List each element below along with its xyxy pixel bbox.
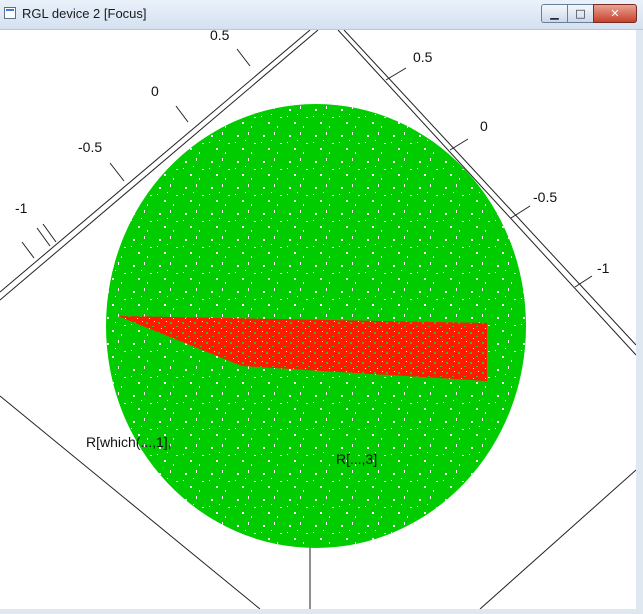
x-axis-label: R[which(...,1],	[86, 434, 172, 450]
axis-right-tick-label: -0.5	[533, 189, 557, 205]
window-controls: ▁ □ ✕	[541, 4, 637, 24]
minimize-button[interactable]: ▁	[541, 4, 567, 23]
app-window-icon[interactable]	[4, 7, 16, 19]
rgl-3d-canvas[interactable]: 0.5 0 -0.5 -1 0.5 0 -0.5 -1 R[which(...,…	[0, 30, 636, 609]
axis-left-tick-label: -0.5	[78, 139, 102, 155]
close-button[interactable]: ✕	[593, 4, 637, 23]
scene-svg: 0.5 0 -0.5 -1 0.5 0 -0.5 -1 R[which(...,…	[0, 30, 636, 609]
axis-left-tick-label: 0.5	[210, 30, 230, 43]
window-title: RGL device 2 [Focus]	[22, 6, 147, 21]
z-axis-label: R[...,3]	[336, 451, 377, 467]
close-icon: ✕	[610, 7, 620, 20]
maximize-button[interactable]: □	[567, 4, 593, 23]
axis-left-tick-label: -1	[15, 200, 28, 216]
axis-left-tick-label: 0	[151, 83, 159, 99]
minimize-icon: ▁	[550, 7, 559, 20]
axis-right-tick-label: 0.5	[413, 49, 433, 65]
rgl-window: RGL device 2 [Focus] ▁ □ ✕ 0.5 0 -0.5 -1…	[0, 0, 643, 614]
axis-right-tick-label: 0	[480, 118, 488, 134]
window-border-bottom[interactable]	[0, 609, 643, 614]
maximize-icon: □	[575, 7, 586, 20]
title-bar[interactable]: RGL device 2 [Focus] ▁ □ ✕	[0, 0, 643, 30]
axis-right-tick-label: -1	[597, 260, 610, 276]
window-border-right[interactable]	[636, 30, 643, 614]
